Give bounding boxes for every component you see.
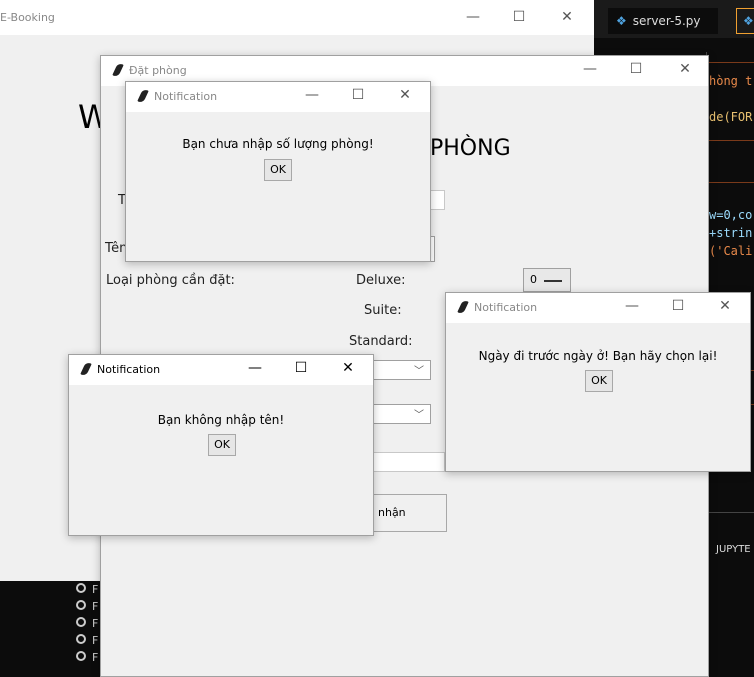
dat-phong-title: Đặt phòng (129, 64, 187, 77)
label-ten: Tên (105, 241, 128, 256)
label-deluxe: Deluxe: (356, 273, 406, 288)
chevron-down-icon: ﹀ (414, 410, 424, 421)
deluxe-spinbox[interactable]: 0 (523, 268, 571, 292)
feather-icon (457, 299, 469, 315)
maximize-button[interactable]: ☐ (669, 298, 687, 314)
feather-icon (137, 88, 149, 104)
close-button[interactable]: ✕ (396, 87, 414, 103)
minimize-button[interactable]: — (246, 360, 264, 376)
minimize-button[interactable]: — (303, 87, 321, 103)
bottom-entry[interactable] (371, 452, 445, 472)
label-suite: Suite: (364, 303, 402, 318)
notification-title: Notification (154, 90, 218, 103)
list-item: F F F F F (76, 581, 98, 666)
code-line: ('Cali (709, 244, 753, 258)
code-line: de(FOR (709, 110, 753, 124)
maximize-button[interactable]: ☐ (510, 9, 528, 25)
code-line: +strin (709, 226, 753, 240)
minimize-button[interactable]: — (581, 61, 599, 77)
maximize-button[interactable]: ☐ (627, 61, 645, 77)
date-combobox-1[interactable]: ﹀ (371, 360, 431, 380)
feather-icon (112, 62, 124, 78)
notification-right: Notification — ☐ ✕ Ngày đi trước ngày ở!… (445, 292, 751, 472)
notification-titlebar[interactable]: Notification — ☐ ✕ (69, 355, 373, 385)
notification-message: Bạn chưa nhập số lượng phòng! (182, 137, 374, 151)
ok-button[interactable]: OK (264, 159, 292, 181)
date-combobox-2[interactable]: ﹀ (371, 404, 431, 424)
confirm-button[interactable]: nhận (371, 494, 447, 532)
notification-title: Notification (474, 301, 538, 314)
code-line: w=0,co (709, 208, 753, 222)
jupyter-label: JUPYTE (716, 544, 751, 555)
ok-button[interactable]: OK (585, 370, 613, 392)
label-standard: Standard: (349, 334, 413, 349)
maximize-button[interactable]: ☐ (292, 360, 310, 376)
notification-left: Notification — ☐ ✕ Bạn không nhập tên! O… (68, 354, 374, 536)
tab-active[interactable]: ❖ (736, 8, 754, 34)
ebooking-titlebar[interactable]: E-Booking — ☐ ✕ (0, 0, 594, 35)
close-button[interactable]: ✕ (676, 61, 694, 77)
ok-button[interactable]: OK (208, 434, 236, 456)
close-button[interactable]: ✕ (339, 360, 357, 376)
phong-heading: PHÒNG (430, 136, 511, 161)
notification-message: Bạn không nhập tên! (157, 413, 285, 427)
ebooking-title: E-Booking (0, 11, 55, 24)
tab-server[interactable]: ❖ server-5.py (608, 8, 718, 34)
dark-list-panel: F F F F F (0, 581, 100, 677)
close-button[interactable]: ✕ (558, 9, 576, 25)
code-line: hòng t (709, 74, 753, 88)
option-indicator (544, 280, 562, 282)
python-icon: ❖ (616, 14, 627, 28)
close-button[interactable]: ✕ (716, 298, 734, 314)
chevron-down-icon: ﹀ (414, 366, 424, 377)
notification-titlebar[interactable]: Notification — ☐ ✕ (446, 293, 750, 323)
label-loai-phong: Loại phòng cần đặt: (106, 273, 235, 288)
notification-titlebar[interactable]: Notification — ☐ ✕ (126, 82, 430, 112)
feather-icon (80, 361, 92, 377)
notification-message: Ngày đi trước ngày ở! Bạn hãy chọn lại! (478, 349, 718, 363)
notification-top: Notification — ☐ ✕ Bạn chưa nhập số lượn… (125, 81, 431, 262)
minimize-button[interactable]: — (464, 9, 482, 25)
minimize-button[interactable]: — (623, 298, 641, 314)
editor-tab-bar: ❖ server-5.py ❖ (594, 0, 754, 38)
maximize-button[interactable]: ☐ (349, 87, 367, 103)
notification-title: Notification (97, 363, 161, 376)
